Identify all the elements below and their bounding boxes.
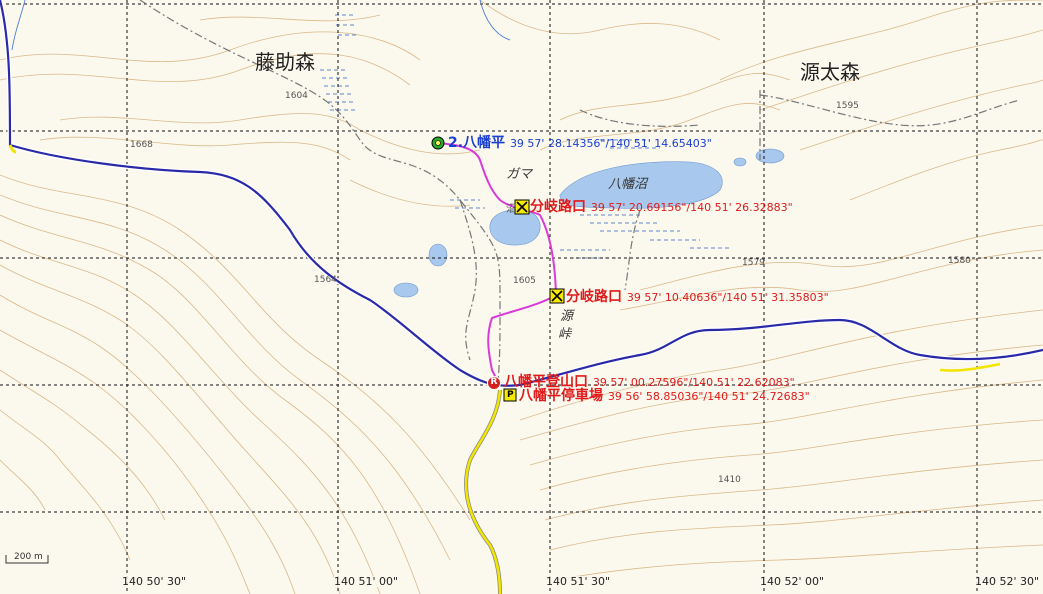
waypoint-label-hachimantai[interactable]: 2.八幡平 39 57' 28.14356"/140 51' 14.65403" — [448, 136, 712, 150]
junction-x-icon[interactable] — [514, 199, 530, 215]
place-name-fujisuke-mori: 藤助森 — [255, 50, 315, 74]
waypoint-name: 分岐路口 — [530, 199, 586, 215]
main-road — [0, 0, 1043, 387]
place-name-genta-mori: 源太森 — [800, 60, 860, 84]
elevation-label: 1580 — [948, 256, 971, 266]
gama-pond — [489, 209, 541, 246]
waypoint-coord: 39 57' 28.14356"/140 51' 14.65403" — [509, 137, 712, 150]
trailhead-badge: R — [490, 377, 498, 387]
place-name-numa: 沼 — [506, 204, 516, 215]
elevation-label: 1605 — [513, 276, 536, 286]
waypoint-label-bunki-1[interactable]: 分岐路口 39 57' 20.69156"/140 51' 26.32883" — [530, 200, 793, 214]
waypoint-name: 分岐路口 — [566, 289, 622, 305]
topographic-map[interactable]: 藤助森 源太森 八幡沼 ガマ 沼 源 峠 1604 1668 1595 1564… — [0, 0, 1043, 594]
waypoint-label-tozanguchi[interactable]: 八幡平登山口 39 57' 00.27596"/140 51' 22.62083… — [504, 375, 795, 389]
waypoint-label-bunki-2[interactable]: 分岐路口 39 57' 10.40636"/140 51' 31.35803" — [566, 290, 829, 304]
water-bodies — [393, 148, 785, 298]
elevation-label: 1604 — [285, 91, 308, 101]
pass-name-part: 峠 — [558, 327, 572, 342]
contour-lines — [0, 0, 1043, 594]
waypoint-coord: 39 57' 20.69156"/140 51' 26.32883" — [590, 201, 793, 214]
green-circle-icon[interactable] — [431, 136, 445, 150]
grid-label-longitude: 140 52' 30" — [975, 575, 1040, 588]
grid-label-longitude: 140 52' 00" — [760, 575, 825, 588]
waypoint-coord: 39 57' 00.27596"/140 51' 22.62083" — [592, 376, 795, 389]
grid-label-longitude: 140 51' 30" — [546, 575, 611, 588]
scale-label: 200 m — [14, 552, 43, 562]
map-graphics — [0, 0, 1043, 594]
parking-badge: P — [507, 390, 514, 400]
elevation-label: 1668 — [130, 140, 153, 150]
streams — [11, 0, 511, 51]
small-pond — [393, 282, 419, 298]
junction-x-icon[interactable] — [549, 288, 565, 304]
waypoint-name: 2.八幡平 — [448, 135, 506, 151]
elevation-label: 1579 — [742, 258, 765, 268]
waypoint-coord: 39 56' 58.85036"/140 51' 24.72683" — [607, 390, 810, 403]
waypoint-name: 八幡平停車場 — [519, 388, 603, 404]
small-pond — [428, 243, 448, 267]
elevation-label: 1410 — [718, 475, 741, 485]
elevation-label: 1595 — [836, 101, 859, 111]
waypoint-coord: 39 57' 10.40636"/140 51' 31.35803" — [626, 291, 829, 304]
waypoint-label-parking[interactable]: 八幡平停車場 39 56' 58.85036"/140 51' 24.72683… — [519, 389, 810, 403]
elevation-label: 1564 — [314, 275, 337, 285]
gps-track — [437, 142, 558, 387]
place-name-gama: ガマ — [506, 167, 533, 182]
grid-label-longitude: 140 51' 00" — [334, 575, 399, 588]
pass-name-part: 源 — [560, 309, 574, 324]
lake-name-hachiman-numa: 八幡沼 — [608, 177, 648, 192]
grid-label-longitude: 140 50' 30" — [122, 575, 187, 588]
small-pond — [733, 157, 747, 167]
